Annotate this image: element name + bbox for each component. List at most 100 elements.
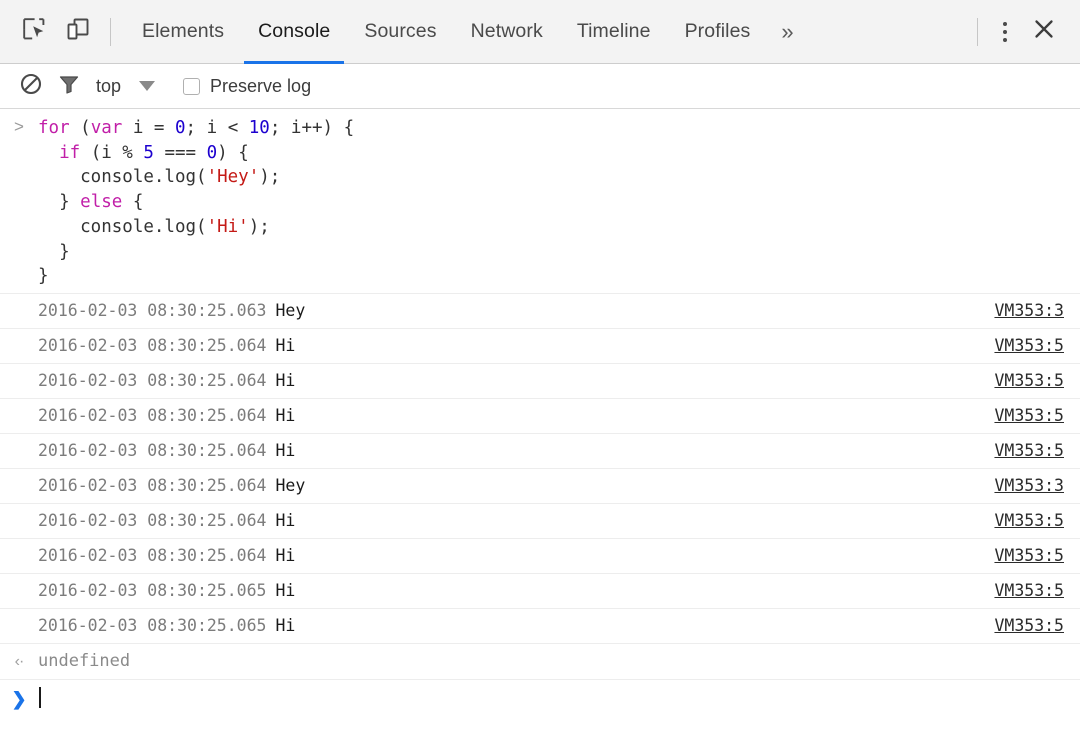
console-log-row[interactable]: 2016-02-03 08:30:25.064HiVM353:5 [0,399,1080,434]
console-result-value: undefined [38,651,130,671]
log-message: Hi [275,581,295,600]
console-log-row[interactable]: 2016-02-03 08:30:25.065HiVM353:5 [0,574,1080,609]
inspect-element-icon [21,16,47,47]
inspect-element-button[interactable] [12,10,56,54]
log-message: Hey [275,301,305,320]
code-line: } [38,264,354,289]
code-line: console.log('Hi'); [38,215,354,240]
tab-label: Elements [142,20,224,43]
log-source-link[interactable]: VM353:5 [994,371,1064,390]
more-tabs-button[interactable]: » [767,0,807,64]
preserve-log-label: Preserve log [210,76,311,97]
tab-console[interactable]: Console [241,0,347,64]
execution-context-selector[interactable]: top [94,76,155,97]
code-token: 'Hey' [207,167,260,187]
log-source-link[interactable]: VM353:5 [994,441,1064,460]
tab-network[interactable]: Network [454,0,560,64]
toggle-device-toolbar-button[interactable] [56,10,100,54]
code-token: ); [259,167,280,187]
preserve-log-toggle[interactable]: Preserve log [183,76,311,97]
console-log-row[interactable]: 2016-02-03 08:30:25.063 Hey VM353:3 [0,294,1080,329]
log-source-link[interactable]: VM353:3 [994,301,1064,320]
prompt-chevron-icon: ❯ [11,690,26,708]
console-result-row: ‹· undefined [0,644,1080,680]
code-token: console.log( [38,217,207,237]
close-devtools-button[interactable] [1022,10,1066,54]
log-source-link[interactable]: VM353:3 [994,476,1064,495]
console-log-row[interactable]: 2016-02-03 08:30:25.064HiVM353:5 [0,329,1080,364]
console-log-list: 2016-02-03 08:30:25.063HeyVM353:32016-02… [0,294,1080,644]
console-body: > for (var i = 0; i < 10; i++) { if (i %… [0,109,1080,756]
console-log-row[interactable]: 2016-02-03 08:30:25.064HiVM353:5 [0,504,1080,539]
code-line: console.log('Hey'); [38,165,354,190]
tab-sources[interactable]: Sources [347,0,453,64]
log-message: Hi [275,336,295,355]
code-token: } [38,266,49,286]
console-prompt-row[interactable]: ❯ [0,680,1080,716]
log-source-link[interactable]: VM353:5 [994,616,1064,635]
log-message: Hey [275,476,305,495]
code-token: === [154,143,207,163]
code-token [38,143,59,163]
tab-elements[interactable]: Elements [125,0,241,64]
preserve-log-checkbox[interactable] [183,78,200,95]
log-message: Hi [275,511,295,530]
tab-label: Network [471,20,543,43]
console-log-row[interactable]: 2016-02-03 08:30:25.064HiVM353:5 [0,434,1080,469]
tab-label: Sources [364,20,436,43]
log-gutter [0,310,38,312]
code-token: ; i++) { [270,118,354,138]
tab-label: Timeline [577,20,651,43]
code-token: } [38,192,80,212]
log-gutter [0,415,38,417]
console-empty-area[interactable] [0,716,1080,756]
console-input-echo[interactable]: > for (var i = 0; i < 10; i++) { if (i %… [0,109,1080,294]
customize-devtools-button[interactable] [988,12,1022,52]
log-timestamp: 2016-02-03 08:30:25.063 [38,301,266,320]
log-source-link[interactable]: VM353:5 [994,581,1064,600]
console-log-row[interactable]: 2016-02-03 08:30:25.064 Hi VM353:5 [0,539,1080,574]
prompt-gutter: ❯ [0,688,38,708]
log-source-link[interactable]: VM353:5 [994,336,1064,355]
code-line: } [38,240,354,265]
code-line: } else { [38,190,354,215]
result-gutter: ‹· [0,652,38,670]
log-message: Hi [275,371,295,390]
log-message: Hi [275,546,295,565]
console-log-row[interactable]: 2016-02-03 08:30:25.064HeyVM353:3 [0,469,1080,504]
tab-timeline[interactable]: Timeline [560,0,668,64]
execution-context-label: top [94,76,123,97]
toolbar-divider [110,18,111,46]
code-line: if (i % 5 === 0) { [38,141,354,166]
log-gutter [0,590,38,592]
log-source-link[interactable]: VM353:5 [994,546,1064,565]
code-token: } [38,242,70,262]
log-gutter [0,555,38,557]
filter-button[interactable] [50,67,88,105]
code-token: ; i < [186,118,249,138]
log-message: Hi [275,616,295,635]
code-token: else [80,192,122,212]
return-arrow-icon: ‹· [15,654,24,670]
code-token: { [122,192,143,212]
log-timestamp: 2016-02-03 08:30:25.064 [38,546,266,565]
log-timestamp: 2016-02-03 08:30:25.064 [38,441,266,460]
chevron-down-icon [139,81,155,91]
tab-profiles[interactable]: Profiles [668,0,768,64]
clear-console-icon [19,72,43,101]
log-gutter [0,345,38,347]
log-source-link[interactable]: VM353:5 [994,511,1064,530]
chevron-double-right-icon: » [781,19,793,45]
code-token: 10 [249,118,270,138]
code-token: (i % [80,143,143,163]
code-token: 5 [143,143,154,163]
log-source-link[interactable]: VM353:5 [994,406,1064,425]
console-log-row[interactable]: 2016-02-03 08:30:25.064HiVM353:5 [0,364,1080,399]
console-log-row[interactable]: 2016-02-03 08:30:25.065HiVM353:5 [0,609,1080,644]
code-token: ) { [217,143,249,163]
clear-console-button[interactable] [12,67,50,105]
filter-icon [57,72,81,101]
log-timestamp: 2016-02-03 08:30:25.064 [38,406,266,425]
console-input-code: for (var i = 0; i < 10; i++) { if (i % 5… [38,116,354,289]
device-toolbar-icon [65,16,91,47]
